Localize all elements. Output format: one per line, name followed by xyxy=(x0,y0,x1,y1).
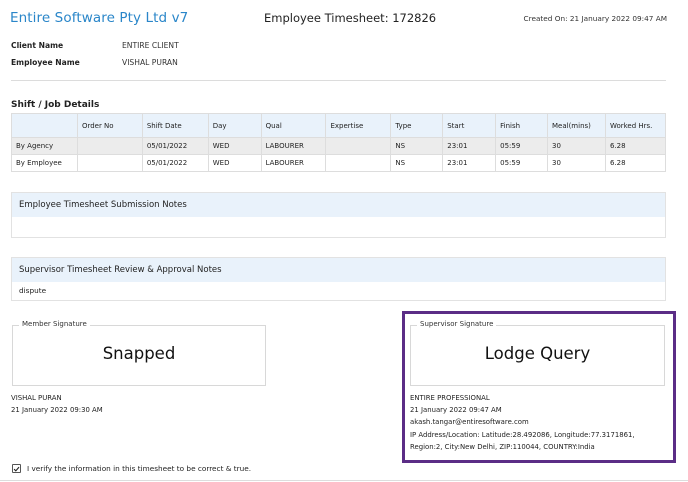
supervisor-signature-text: Lodge Query xyxy=(484,344,591,363)
table-cell: 05/01/2022 xyxy=(141,137,209,155)
app-title: Entire Software Pty Ltd v7 xyxy=(10,10,189,26)
table-cell xyxy=(325,137,392,155)
employee-notes-panel: Employee Timesheet Submission Notes xyxy=(11,192,666,238)
table-cell: 6.28 xyxy=(604,154,667,172)
column-header: Expertise xyxy=(325,113,392,138)
checkmark-icon xyxy=(13,466,20,472)
divider xyxy=(11,80,666,81)
table-cell: NS xyxy=(390,154,444,172)
column-header: Qual xyxy=(260,113,327,138)
member-signature-details: VISHAL PURAN 21 January 2022 09:30 AM xyxy=(11,392,103,416)
verify-row: I verify the information in this timeshe… xyxy=(12,464,251,473)
supervisor-signature-details: ENTIRE PROFESSIONAL 21 January 2022 09:4… xyxy=(410,392,635,453)
supervisor-notes-panel: Supervisor Timesheet Review & Approval N… xyxy=(11,257,666,301)
column-header: Worked Hrs. xyxy=(604,113,667,138)
column-header: Type xyxy=(390,113,444,138)
shift-table: Order No Shift Date Day Qual Expertise T… xyxy=(11,113,667,172)
column-header: Order No xyxy=(76,113,143,138)
table-cell: 23:01 xyxy=(442,137,497,155)
table-row: By Agency 05/01/2022 WED LABOURER NS 23:… xyxy=(11,137,667,155)
table-cell: WED xyxy=(207,137,262,155)
shift-table-header: Order No Shift Date Day Qual Expertise T… xyxy=(11,113,667,138)
divider xyxy=(0,480,688,481)
created-on-label: Created On: 21 January 2022 09:47 AM xyxy=(523,14,667,23)
table-cell xyxy=(325,154,392,172)
column-header: Meal(mins) xyxy=(547,113,606,138)
supervisor-email: akash.tangar@entiresoftware.com xyxy=(410,418,529,427)
table-cell: 30 xyxy=(547,137,606,155)
column-header: Shift Date xyxy=(141,113,209,138)
table-cell: LABOURER xyxy=(260,154,327,172)
table-row: By Employee 05/01/2022 WED LABOURER NS 2… xyxy=(11,154,667,172)
employee-name-value: VISHAL PURAN xyxy=(122,58,178,67)
column-header: Start xyxy=(442,113,497,138)
member-signature-legend: Member Signature xyxy=(19,320,90,328)
supervisor-notes-text: dispute xyxy=(12,282,665,300)
column-header: Finish xyxy=(495,113,548,138)
employee-notes-text xyxy=(12,217,665,237)
member-signed-datetime: 21 January 2022 09:30 AM xyxy=(11,406,103,415)
member-signature-box: Snapped xyxy=(12,325,266,386)
supervisor-org: ENTIRE PROFESSIONAL xyxy=(410,394,490,402)
table-cell: 05:59 xyxy=(495,154,548,172)
table-cell: 6.28 xyxy=(604,137,667,155)
table-cell: By Agency xyxy=(11,137,78,155)
supervisor-location-line2: Region:2, City:New Delhi, ZIP:110044, CO… xyxy=(410,442,595,451)
member-name: VISHAL PURAN xyxy=(11,394,62,402)
employee-notes-title: Employee Timesheet Submission Notes xyxy=(12,193,665,217)
verify-checkbox[interactable] xyxy=(12,464,21,473)
client-name-label: Client Name xyxy=(11,41,64,50)
table-cell: WED xyxy=(207,154,262,172)
verify-label: I verify the information in this timeshe… xyxy=(27,464,252,473)
table-cell xyxy=(76,137,143,155)
column-header: Day xyxy=(207,113,262,138)
supervisor-signed-datetime: 21 January 2022 09:47 AM xyxy=(410,406,502,415)
table-cell: By Employee xyxy=(11,154,78,172)
table-cell xyxy=(76,154,143,172)
employee-name-label: Employee Name xyxy=(11,58,80,67)
supervisor-signature-box: Lodge Query xyxy=(410,325,665,386)
table-cell: NS xyxy=(390,137,444,155)
client-name-value: ENTIRE CLIENT xyxy=(122,41,179,50)
supervisor-notes-title: Supervisor Timesheet Review & Approval N… xyxy=(12,258,665,282)
page-title: Employee Timesheet: 172826 xyxy=(264,11,437,25)
supervisor-location-line1: IP Address/Location: Latitude:28.492086,… xyxy=(410,430,635,439)
table-cell: 23:01 xyxy=(442,154,497,172)
supervisor-signature-legend: Supervisor Signature xyxy=(417,320,497,328)
table-cell: 05/01/2022 xyxy=(141,154,209,172)
column-header xyxy=(11,113,78,138)
table-cell: 30 xyxy=(547,154,606,172)
table-cell: LABOURER xyxy=(260,137,327,155)
member-signature-text: Snapped xyxy=(102,344,176,363)
table-cell: 05:59 xyxy=(495,137,548,155)
shift-section-title: Shift / Job Details xyxy=(11,100,100,110)
